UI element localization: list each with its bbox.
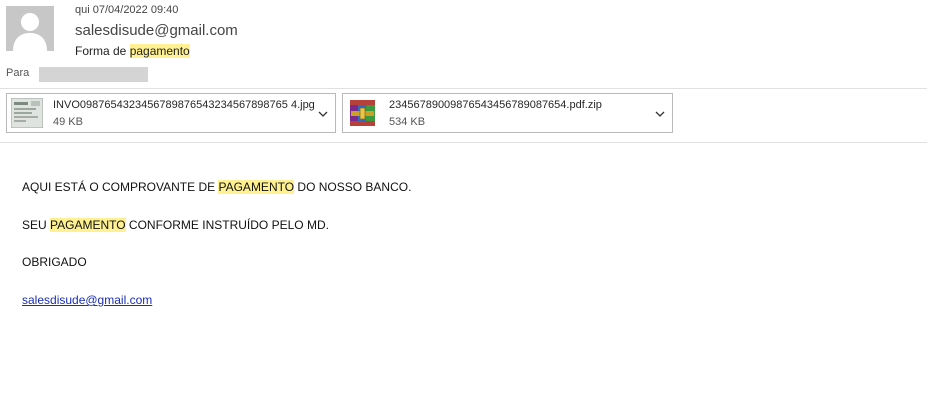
chevron-down-icon[interactable] bbox=[654, 107, 666, 119]
to-label: Para bbox=[6, 67, 30, 79]
email-link[interactable]: salesdisude@gmail.com bbox=[22, 293, 152, 307]
sender-address[interactable]: salesdisude@gmail.com bbox=[75, 22, 238, 39]
subject-prefix: Forma de bbox=[75, 44, 130, 58]
attachment-name: 23456789009876543456789087654.pdf.zip bbox=[389, 99, 602, 111]
body-highlight: PAGAMENTO bbox=[218, 180, 295, 194]
chevron-down-icon[interactable] bbox=[317, 107, 329, 119]
body-text: DO NOSSO BANCO. bbox=[294, 180, 412, 194]
body-line-3: OBRIGADO bbox=[22, 255, 87, 269]
attachment-name: INVO0987654323456789876543234567898765 4… bbox=[53, 99, 315, 111]
attachment-size: 534 KB bbox=[389, 116, 426, 128]
header-divider bbox=[0, 88, 927, 89]
body-highlight: PAGAMENTO bbox=[50, 218, 126, 232]
body-line-1: AQUI ESTÁ O COMPROVANTE DE PAGAMENTO DO … bbox=[22, 180, 411, 194]
sender-avatar bbox=[6, 6, 54, 51]
attachment-size: 49 KB bbox=[53, 116, 83, 128]
attachment-jpg[interactable]: INVO0987654323456789876543234567898765 4… bbox=[6, 93, 336, 133]
image-thumbnail-icon bbox=[10, 97, 44, 129]
body-text: SEU bbox=[22, 218, 51, 232]
subject-highlight: pagamento bbox=[129, 44, 190, 58]
attachments-divider bbox=[0, 142, 927, 143]
body-text: AQUI ESTÁ O COMPROVANTE DE bbox=[22, 180, 219, 194]
message-date: qui 07/04/2022 09:40 bbox=[75, 4, 179, 16]
winrar-archive-icon bbox=[347, 98, 379, 128]
redacted-recipient bbox=[39, 67, 148, 82]
body-line-2: SEU PAGAMENTO CONFORME INSTRUÍDO PELO MD… bbox=[22, 218, 329, 232]
person-icon bbox=[13, 13, 47, 51]
attachment-zip[interactable]: 23456789009876543456789087654.pdf.zip 53… bbox=[342, 93, 673, 133]
message-subject: Forma de pagamento bbox=[75, 44, 190, 58]
body-text: CONFORME INSTRUÍDO PELO MD. bbox=[125, 218, 329, 232]
body-email-link[interactable]: salesdisude@gmail.com bbox=[22, 293, 152, 307]
